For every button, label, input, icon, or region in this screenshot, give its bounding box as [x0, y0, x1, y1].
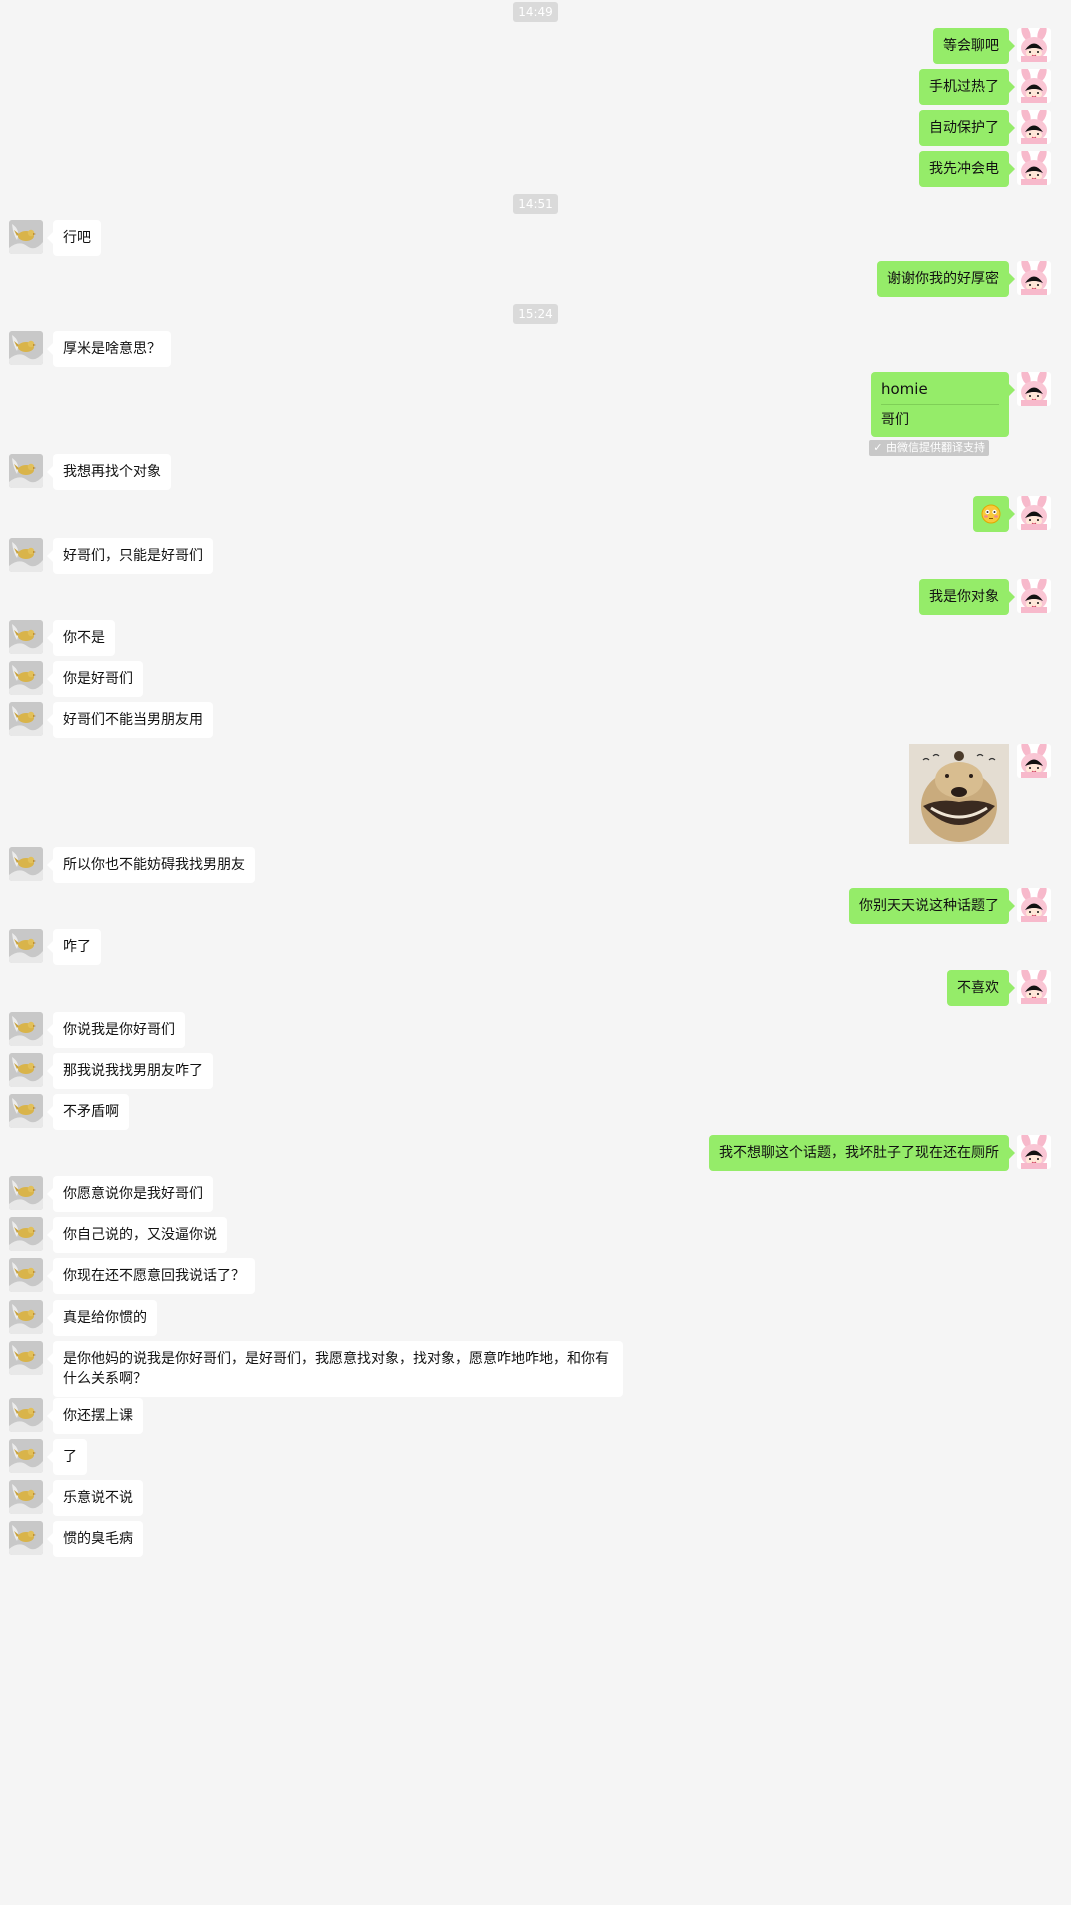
smiling-dog-icon: [909, 744, 1009, 844]
received-message-bubble[interactable]: 了: [47, 1439, 87, 1475]
sent-message-bubble[interactable]: 我先冲会电: [919, 151, 1015, 187]
self-avatar-icon[interactable]: [1017, 744, 1051, 778]
timestamp: 14:49: [0, 2, 1071, 22]
friend-avatar-icon[interactable]: [9, 1217, 43, 1251]
friend-avatar-icon[interactable]: [9, 1012, 43, 1046]
translation-note-text: 由微信提供翻译支持: [886, 441, 985, 454]
friend-avatar-icon[interactable]: [9, 661, 43, 695]
timestamp-label: 15:24: [513, 304, 558, 324]
friend-avatar-icon[interactable]: [9, 454, 43, 488]
self-avatar-icon[interactable]: [1017, 970, 1051, 1004]
received-message-bubble[interactable]: 厚米是啥意思？: [47, 331, 171, 367]
self-avatar-icon[interactable]: [1017, 151, 1051, 185]
self-avatar-icon[interactable]: [1017, 1135, 1051, 1169]
sent-message-bubble[interactable]: 我是你对象: [919, 579, 1015, 615]
received-message-bubble[interactable]: 你不是: [47, 620, 115, 656]
self-avatar-icon[interactable]: [1017, 496, 1051, 530]
self-avatar-icon[interactable]: [1017, 69, 1051, 103]
flushed-face-emoji-icon: [981, 504, 1001, 524]
sent-translated-message-bubble[interactable]: homie 哥们: [871, 372, 1015, 437]
friend-avatar-icon[interactable]: [9, 1176, 43, 1210]
sent-message-bubble[interactable]: 我不想聊这个话题，我坏肚子了现在还在厕所: [709, 1135, 1015, 1171]
timestamp-label: 14:51: [513, 194, 558, 214]
friend-avatar-icon[interactable]: [9, 220, 43, 254]
friend-avatar-icon[interactable]: [9, 1398, 43, 1432]
friend-avatar-icon[interactable]: [9, 1480, 43, 1514]
received-message-bubble[interactable]: 行吧: [47, 220, 101, 256]
translated-text: 哥们: [881, 412, 909, 428]
friend-avatar-icon[interactable]: [9, 1439, 43, 1473]
timestamp: 14:51: [0, 194, 1071, 214]
sent-message-bubble[interactable]: 谢谢你我的好厚密: [877, 261, 1015, 297]
self-avatar-icon[interactable]: [1017, 110, 1051, 144]
friend-avatar-icon[interactable]: [9, 929, 43, 963]
friend-avatar-icon[interactable]: [9, 847, 43, 881]
received-message-bubble[interactable]: 好哥们，只能是好哥们: [47, 538, 213, 574]
sent-message-bubble[interactable]: 自动保护了: [919, 110, 1015, 146]
received-message-bubble[interactable]: 你还摆上课: [47, 1398, 143, 1434]
received-message-bubble[interactable]: 是你他妈的说我是你好哥们，是好哥们，我愿意找对象，找对象，愿意咋地咋地，和你有什…: [47, 1341, 623, 1397]
received-message-bubble[interactable]: 你说我是你好哥们: [47, 1012, 185, 1048]
received-message-bubble[interactable]: 咋了: [47, 929, 101, 965]
timestamp-label: 14:49: [513, 2, 558, 22]
friend-avatar-icon[interactable]: [9, 331, 43, 365]
received-message-bubble[interactable]: 真是给你惯的: [47, 1300, 157, 1336]
friend-avatar-icon[interactable]: [9, 538, 43, 572]
original-text: homie: [881, 380, 928, 398]
friend-avatar-icon[interactable]: [9, 1341, 43, 1375]
received-message-bubble[interactable]: 你自己说的，又没逼你说: [47, 1217, 227, 1253]
received-message-bubble[interactable]: 你是好哥们: [47, 661, 143, 697]
translation-note: ✓ 由微信提供翻译支持: [869, 440, 989, 456]
friend-avatar-icon[interactable]: [9, 1521, 43, 1555]
received-message-bubble[interactable]: 惯的臭毛病: [47, 1521, 143, 1557]
sent-message-bubble[interactable]: 你别天天说这种话题了: [849, 888, 1015, 924]
self-avatar-icon[interactable]: [1017, 28, 1051, 62]
self-avatar-icon[interactable]: [1017, 372, 1051, 406]
received-message-bubble[interactable]: 好哥们不能当男朋友用: [47, 702, 213, 738]
received-message-bubble[interactable]: 乐意说不说: [47, 1480, 143, 1516]
self-avatar-icon[interactable]: [1017, 261, 1051, 295]
friend-avatar-icon[interactable]: [9, 1094, 43, 1128]
received-message-bubble[interactable]: 你愿意说你是我好哥们: [47, 1176, 213, 1212]
self-avatar-icon[interactable]: [1017, 888, 1051, 922]
received-message-bubble[interactable]: 那我说我找男朋友咋了: [47, 1053, 213, 1089]
received-message-bubble[interactable]: 我想再找个对象: [47, 454, 171, 490]
friend-avatar-icon[interactable]: [9, 620, 43, 654]
friend-avatar-icon[interactable]: [9, 1300, 43, 1334]
divider: [881, 404, 999, 405]
self-avatar-icon[interactable]: [1017, 579, 1051, 613]
received-message-bubble[interactable]: 你现在还不愿意回我说话了？: [47, 1258, 255, 1294]
sent-message-bubble[interactable]: 手机过热了: [919, 69, 1015, 105]
friend-avatar-icon[interactable]: [9, 1258, 43, 1292]
received-message-bubble[interactable]: 不矛盾啊: [47, 1094, 129, 1130]
smiling-dog-photo[interactable]: [909, 744, 1009, 844]
timestamp: 15:24: [0, 304, 1071, 324]
sent-message-bubble[interactable]: 等会聊吧: [933, 28, 1015, 64]
check-icon: ✓: [873, 441, 883, 454]
sent-message-bubble[interactable]: 不喜欢: [947, 970, 1015, 1006]
sent-emoji-bubble[interactable]: [973, 496, 1015, 532]
friend-avatar-icon[interactable]: [9, 1053, 43, 1087]
friend-avatar-icon[interactable]: [9, 702, 43, 736]
received-message-bubble[interactable]: 所以你也不能妨碍我找男朋友: [47, 847, 255, 883]
